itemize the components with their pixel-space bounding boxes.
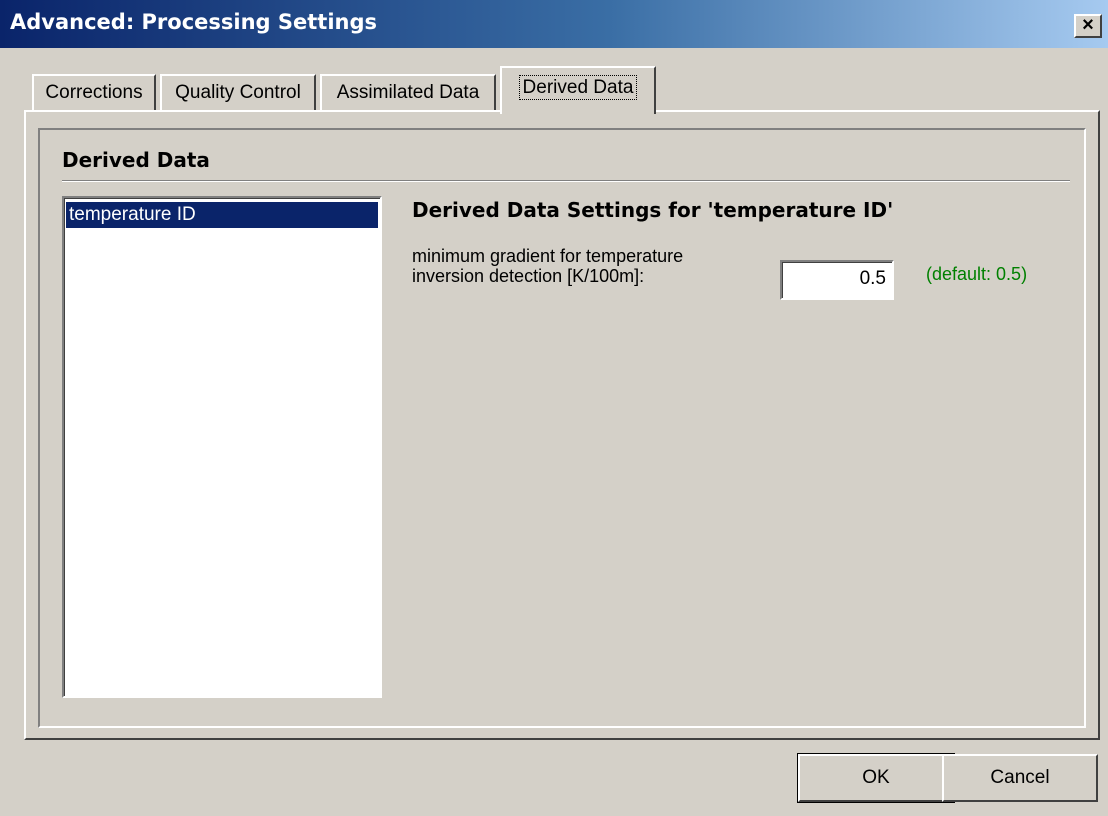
tab-assimilated-data-label: Assimilated Data bbox=[336, 82, 480, 103]
min-gradient-input[interactable]: 0.5 bbox=[780, 260, 894, 300]
min-gradient-label: minimum gradient for temperature inversi… bbox=[412, 246, 684, 286]
group-separator bbox=[62, 180, 1070, 182]
tab-derived-data[interactable]: Derived Data bbox=[500, 66, 656, 114]
tab-corrections-label: Corrections bbox=[45, 82, 143, 103]
tab-quality-control-label: Quality Control bbox=[175, 82, 301, 103]
tab-corrections[interactable]: Corrections bbox=[32, 74, 156, 112]
ok-button[interactable]: OK bbox=[797, 753, 955, 803]
min-gradient-default-hint: (default: 0.5) bbox=[926, 264, 1028, 284]
close-button[interactable]: × bbox=[1074, 14, 1102, 38]
tab-quality-control[interactable]: Quality Control bbox=[160, 74, 316, 112]
close-icon: × bbox=[1082, 14, 1094, 36]
settings-title: Derived Data Settings for 'temperature I… bbox=[412, 198, 894, 222]
window-title: Advanced: Processing Settings bbox=[10, 10, 378, 34]
derived-data-tab-panel: Derived Data temperature ID Derived Data… bbox=[24, 110, 1100, 740]
title-bar[interactable]: Advanced: Processing Settings × bbox=[0, 0, 1108, 48]
list-item-temperature-id[interactable]: temperature ID bbox=[66, 202, 378, 228]
derived-data-list[interactable]: temperature ID bbox=[62, 196, 382, 698]
group-title: Derived Data bbox=[62, 148, 210, 172]
tab-derived-data-label: Derived Data bbox=[518, 75, 638, 100]
processing-settings-dialog: Advanced: Processing Settings × Correcti… bbox=[0, 0, 1108, 816]
tab-assimilated-data[interactable]: Assimilated Data bbox=[320, 74, 496, 112]
cancel-button[interactable]: Cancel bbox=[942, 754, 1098, 802]
